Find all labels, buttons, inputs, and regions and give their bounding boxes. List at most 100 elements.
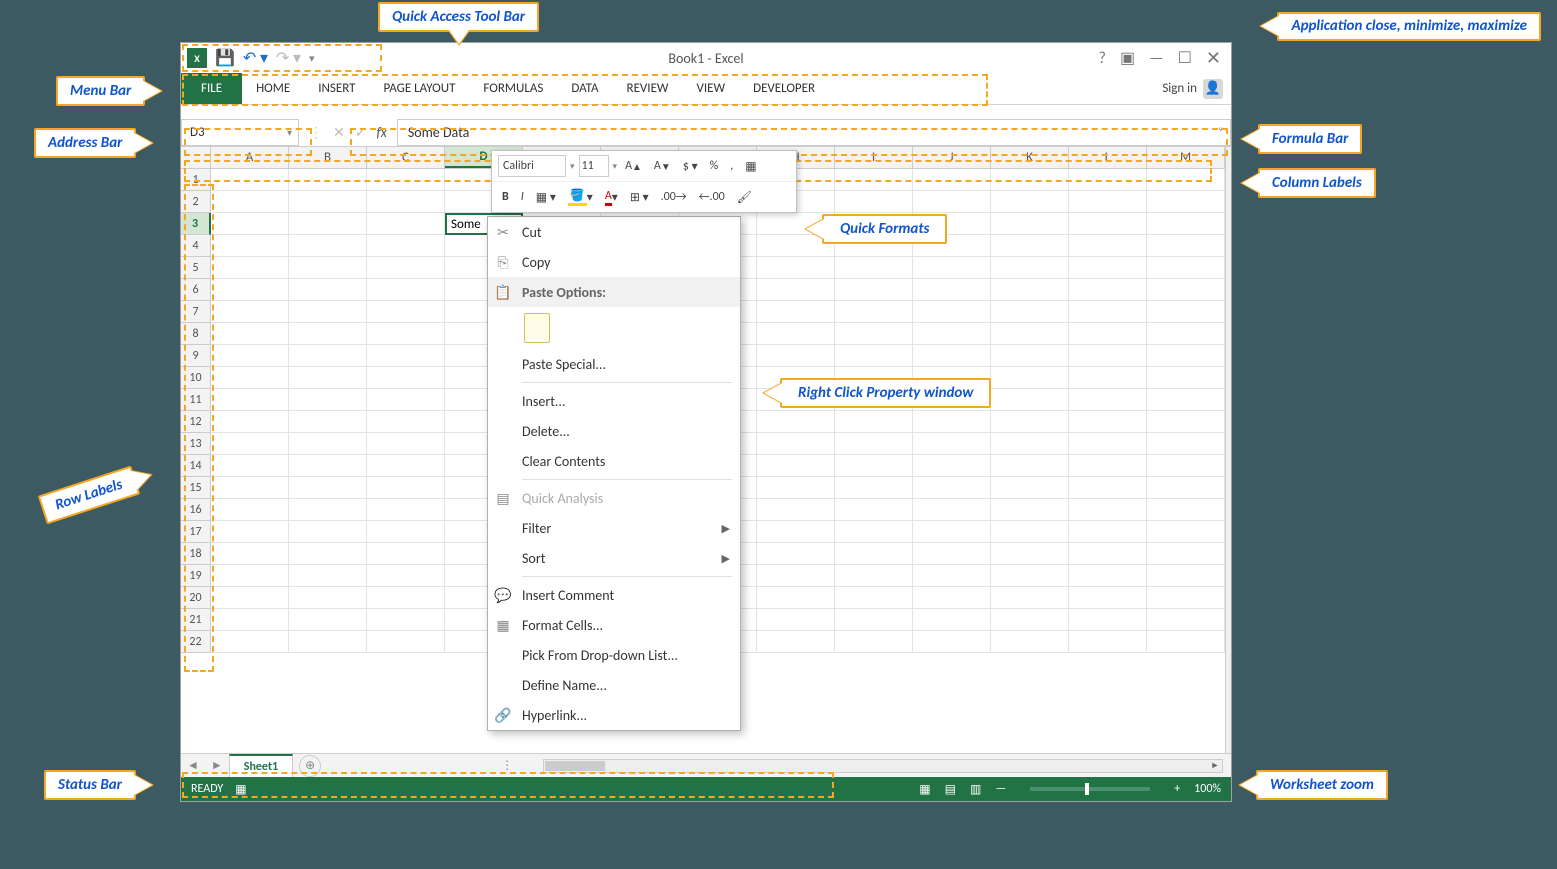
- cell[interactable]: [991, 631, 1069, 653]
- cell[interactable]: [367, 257, 445, 279]
- cell[interactable]: [913, 521, 991, 543]
- cell[interactable]: [289, 521, 367, 543]
- row-header[interactable]: 14: [181, 455, 211, 477]
- cell[interactable]: [757, 323, 835, 345]
- cell[interactable]: [1147, 301, 1225, 323]
- context-item[interactable]: Insert...: [488, 386, 740, 416]
- cell[interactable]: [211, 235, 289, 257]
- row-header[interactable]: 9: [181, 345, 211, 367]
- cell[interactable]: [367, 587, 445, 609]
- cell[interactable]: [991, 345, 1069, 367]
- column-header[interactable]: K: [991, 147, 1069, 168]
- cell[interactable]: [289, 631, 367, 653]
- maximize-icon[interactable]: ☐: [1178, 48, 1192, 68]
- decrease-font-icon[interactable]: A▼: [650, 155, 675, 177]
- tab-file[interactable]: FILE: [181, 73, 242, 104]
- minimize-icon[interactable]: —: [1149, 49, 1163, 68]
- sheet-tab[interactable]: Sheet1: [229, 754, 293, 777]
- cell[interactable]: [289, 279, 367, 301]
- cell[interactable]: [835, 631, 913, 653]
- cell[interactable]: [991, 169, 1069, 191]
- cell[interactable]: [913, 543, 991, 565]
- cell[interactable]: [757, 477, 835, 499]
- cell[interactable]: [757, 345, 835, 367]
- cell[interactable]: [289, 609, 367, 631]
- cell[interactable]: [1069, 433, 1147, 455]
- cell[interactable]: [211, 169, 289, 191]
- borders-icon[interactable]: ⊞ ▾: [626, 186, 653, 208]
- cell[interactable]: [1147, 609, 1225, 631]
- scroll-right-icon[interactable]: ►: [1208, 760, 1222, 772]
- tab-home[interactable]: HOME: [242, 73, 304, 104]
- cell[interactable]: [289, 565, 367, 587]
- context-item[interactable]: ▦Format Cells...: [488, 610, 740, 640]
- cell[interactable]: [991, 235, 1069, 257]
- cell[interactable]: [835, 609, 913, 631]
- cell[interactable]: [289, 433, 367, 455]
- cell[interactable]: [835, 433, 913, 455]
- cell[interactable]: [835, 543, 913, 565]
- cell[interactable]: [1147, 565, 1225, 587]
- cell[interactable]: [835, 455, 913, 477]
- cell[interactable]: [211, 301, 289, 323]
- cell[interactable]: [211, 257, 289, 279]
- cell[interactable]: [913, 345, 991, 367]
- cell[interactable]: [367, 323, 445, 345]
- cell[interactable]: [991, 565, 1069, 587]
- cell[interactable]: [289, 213, 367, 235]
- cell[interactable]: [367, 191, 445, 213]
- cell[interactable]: [367, 235, 445, 257]
- comma-icon[interactable]: ,: [726, 155, 737, 177]
- cell[interactable]: [1069, 323, 1147, 345]
- vertical-scrollbar[interactable]: [1225, 147, 1231, 753]
- cell[interactable]: [757, 411, 835, 433]
- cell[interactable]: [1147, 587, 1225, 609]
- enter-icon[interactable]: ✓: [355, 124, 367, 141]
- bold-icon[interactable]: B: [498, 186, 513, 208]
- cell[interactable]: [367, 609, 445, 631]
- context-item[interactable]: ✂Cut: [488, 217, 740, 247]
- row-header[interactable]: 17: [181, 521, 211, 543]
- cell[interactable]: [1147, 169, 1225, 191]
- cell[interactable]: [913, 191, 991, 213]
- cell[interactable]: [913, 609, 991, 631]
- column-header[interactable]: L: [1069, 147, 1147, 168]
- tab-formulas[interactable]: FORMULAS: [469, 73, 557, 104]
- cell[interactable]: [991, 257, 1069, 279]
- select-all-corner[interactable]: [181, 147, 211, 168]
- cell[interactable]: [1147, 213, 1225, 235]
- row-header[interactable]: 3: [181, 213, 211, 235]
- cell[interactable]: [289, 169, 367, 191]
- cell[interactable]: [1147, 631, 1225, 653]
- cell[interactable]: [913, 631, 991, 653]
- column-header[interactable]: B: [289, 147, 367, 168]
- cell[interactable]: [1069, 455, 1147, 477]
- cell[interactable]: [367, 389, 445, 411]
- cell[interactable]: [913, 279, 991, 301]
- macro-record-icon[interactable]: ▦: [235, 782, 246, 797]
- cell[interactable]: [913, 257, 991, 279]
- cell[interactable]: [991, 191, 1069, 213]
- context-item[interactable]: Filter▶: [488, 513, 740, 543]
- sheet-nav-next-icon[interactable]: ►: [205, 758, 229, 773]
- context-item[interactable]: 💬Insert Comment: [488, 580, 740, 610]
- currency-icon[interactable]: $ ▾: [679, 155, 702, 177]
- cell[interactable]: [991, 521, 1069, 543]
- new-sheet-icon[interactable]: ⊕: [299, 755, 321, 777]
- cell[interactable]: [835, 565, 913, 587]
- cell[interactable]: [835, 257, 913, 279]
- cell[interactable]: [991, 279, 1069, 301]
- close-icon[interactable]: ✕: [1206, 47, 1221, 69]
- row-header[interactable]: 15: [181, 477, 211, 499]
- border-icon[interactable]: ▦ ▾: [532, 186, 560, 208]
- cell[interactable]: [367, 499, 445, 521]
- cell[interactable]: [211, 389, 289, 411]
- zoom-out-icon[interactable]: —: [995, 782, 1006, 796]
- zoom-level[interactable]: 100%: [1194, 782, 1221, 796]
- row-header[interactable]: 8: [181, 323, 211, 345]
- cell[interactable]: [757, 455, 835, 477]
- tab-page-layout[interactable]: PAGE LAYOUT: [370, 73, 470, 104]
- row-header[interactable]: 4: [181, 235, 211, 257]
- cell[interactable]: [1147, 235, 1225, 257]
- cell[interactable]: [991, 213, 1069, 235]
